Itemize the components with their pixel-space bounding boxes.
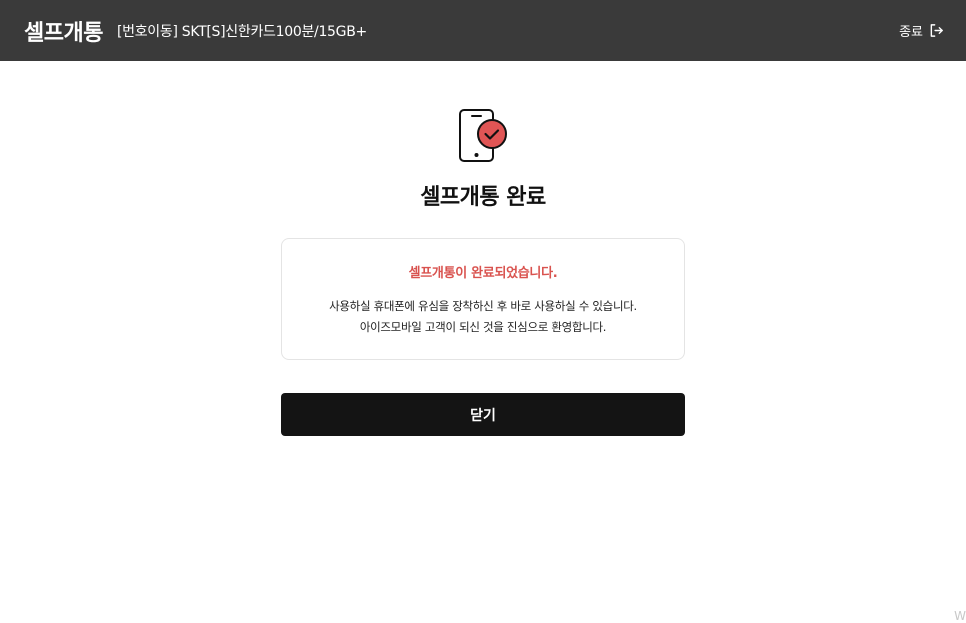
brand-title: 셀프개통 — [24, 20, 103, 46]
exit-button[interactable]: 종료 — [899, 21, 944, 40]
completion-headline: 셀프개통이 완료되었습니다. — [408, 266, 558, 281]
top-header: 셀프개통 [번호이동] SKT[S]신한카드100분/15GB+ 종료 — [0, 0, 966, 61]
phone-check-icon — [459, 109, 507, 162]
plan-name: [번호이동] SKT[S]신한카드100분/15GB+ — [116, 23, 367, 40]
completion-card: 셀프개통이 완료되었습니다. 사용하실 휴대폰에 유심을 장착하신 후 바로 사… — [281, 238, 685, 360]
exit-label: 종료 — [899, 25, 923, 40]
page-title: 셀프개통 완료 — [420, 185, 546, 210]
main-content: 셀프개통 완료 셀프개통이 완료되었습니다. 사용하실 휴대폰에 유심을 장착하… — [0, 61, 966, 623]
logout-icon — [930, 24, 943, 37]
corner-mark: W — [954, 609, 966, 623]
close-button[interactable]: 닫기 — [281, 393, 685, 436]
card-text-line-1: 사용하실 휴대폰에 유심을 장착하신 후 바로 사용하실 수 있습니다. — [329, 299, 637, 313]
card-text-line-2: 아이즈모바일 고객이 되신 것을 진심으로 환영합니다. — [359, 320, 607, 334]
